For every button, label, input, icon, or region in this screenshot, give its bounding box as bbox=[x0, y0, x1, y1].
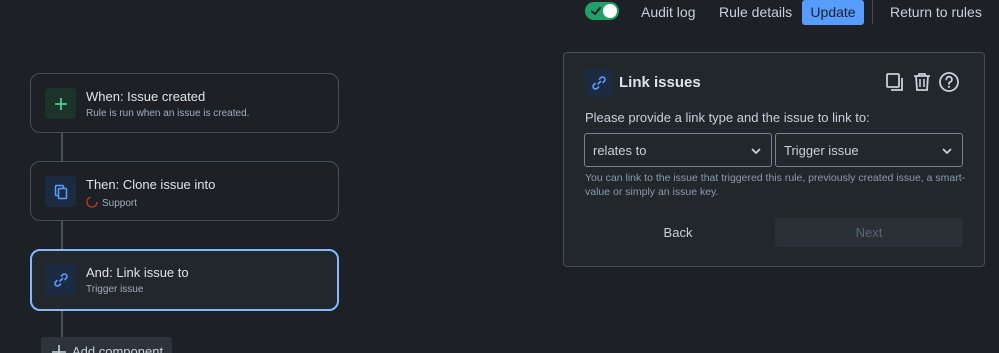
toolbar-divider bbox=[872, 0, 873, 24]
clone-step-card[interactable]: Then: Clone issue into Support bbox=[30, 161, 339, 221]
step-subtitle: Rule is run when an issue is created. bbox=[86, 108, 250, 119]
copy-icon bbox=[45, 176, 76, 207]
plus-icon bbox=[45, 88, 76, 119]
rule-details-button[interactable]: Rule details bbox=[719, 0, 792, 25]
panel-title: Link issues bbox=[619, 74, 701, 91]
trigger-step-card[interactable]: When: Issue created Rule is run when an … bbox=[30, 73, 339, 133]
step-subtitle: Trigger issue bbox=[86, 284, 144, 295]
link-type-select[interactable]: relates to bbox=[584, 133, 772, 167]
help-icon[interactable] bbox=[938, 71, 960, 93]
project-avatar-icon bbox=[86, 196, 98, 208]
step-title: And: Link issue to bbox=[86, 265, 189, 280]
flow-connector bbox=[61, 310, 63, 338]
add-component-button[interactable]: Add component bbox=[41, 337, 172, 353]
step-subtitle: Support bbox=[86, 196, 137, 209]
help-text: You can link to the issue that triggered… bbox=[585, 172, 966, 198]
audit-log-button[interactable]: Audit log bbox=[641, 0, 695, 25]
link-step-card[interactable]: And: Link issue to Trigger issue bbox=[30, 249, 339, 311]
link-icon bbox=[585, 69, 613, 97]
rule-enabled-toggle[interactable] bbox=[585, 2, 619, 20]
toggle-knob bbox=[603, 4, 617, 18]
plus-icon bbox=[52, 345, 66, 353]
return-to-rules-button[interactable]: Return to rules bbox=[890, 0, 982, 25]
link-prompt: Please provide a link type and the issue… bbox=[585, 110, 870, 125]
back-button[interactable]: Back bbox=[584, 218, 772, 247]
step-title: When: Issue created bbox=[86, 89, 206, 104]
chevron-down-icon bbox=[751, 148, 761, 154]
issue-value: Trigger issue bbox=[784, 143, 859, 158]
duplicate-icon[interactable] bbox=[884, 71, 906, 93]
chevron-down-icon bbox=[942, 148, 952, 154]
update-button[interactable]: Update bbox=[802, 0, 864, 25]
link-type-value: relates to bbox=[593, 143, 647, 158]
issue-select[interactable]: Trigger issue bbox=[775, 133, 963, 167]
link-issues-panel: Link issues Please provide a link type a… bbox=[563, 52, 985, 267]
trash-icon[interactable] bbox=[911, 71, 933, 93]
step-title: Then: Clone issue into bbox=[86, 177, 216, 192]
flow-connector bbox=[61, 132, 63, 161]
next-button[interactable]: Next bbox=[775, 218, 963, 247]
flow-connector bbox=[61, 221, 63, 249]
link-icon bbox=[45, 264, 76, 295]
project-name: Support bbox=[102, 198, 138, 209]
top-toolbar: Audit log Rule details Update Return to … bbox=[0, 0, 999, 26]
add-component-label: Add component bbox=[72, 344, 164, 353]
check-icon bbox=[591, 7, 601, 15]
